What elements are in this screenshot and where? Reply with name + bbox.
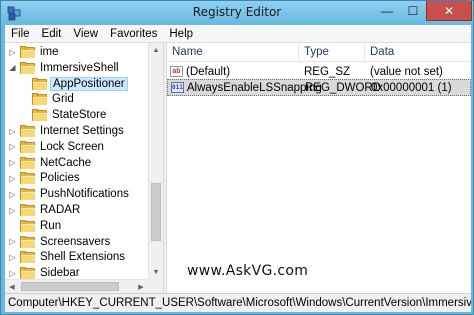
tree-item-label: ImmersiveShell <box>40 61 119 74</box>
no-expander <box>20 95 29 104</box>
collapsed-arrow-icon[interactable]: ▷ <box>8 142 17 151</box>
binary-value-icon: 011 <box>171 82 184 93</box>
tree-item-label: AppPositioner <box>50 76 128 91</box>
scroll-right-arrow-icon[interactable]: ▶ <box>134 280 148 294</box>
value-name-cell: 011 AlwaysEnableLSSnapping <box>168 82 322 94</box>
tree-item-label: Shell Extensions <box>40 251 126 264</box>
collapsed-arrow-icon[interactable]: ▷ <box>8 237 17 246</box>
tree-item-label: Screensavers <box>40 235 111 248</box>
folder-icon <box>20 125 35 137</box>
tree-item-label: NetCache <box>40 156 92 169</box>
value-data: 0x00000001 (1) <box>371 81 452 94</box>
value-type: REG_DWORD <box>305 81 382 94</box>
tree-horizontal-scrollbar[interactable]: ◀ ▶ <box>5 279 148 294</box>
folder-icon <box>20 61 35 74</box>
menu-view[interactable]: View <box>67 28 104 40</box>
horizontal-scroll-thumb[interactable] <box>21 282 119 291</box>
tree-item-radar[interactable]: ▷ RADAR <box>8 202 82 218</box>
expanded-arrow-icon[interactable]: ◢ <box>8 63 17 72</box>
tree-item-statestore[interactable]: StateStore <box>20 107 108 123</box>
column-header-data[interactable]: Data <box>365 43 471 62</box>
folder-icon <box>20 219 35 232</box>
content-area: ▷ ime ◢ ImmersiveShell AppPositioner Grid Stat… <box>5 42 471 294</box>
folder-icon <box>20 156 35 169</box>
values-list: Name Type Data ab (Default) REG_SZ (valu… <box>167 43 471 294</box>
tree-item-lock-screen[interactable]: ▷ Lock Screen <box>8 139 106 155</box>
scrollbar-corner <box>148 279 163 294</box>
folder-icon <box>20 172 35 185</box>
folder-icon <box>20 235 35 248</box>
tree-item-label: Lock Screen <box>40 140 104 153</box>
menu-favorites[interactable]: Favorites <box>104 28 163 40</box>
value-type: REG_SZ <box>304 65 351 78</box>
no-expander <box>20 111 29 120</box>
folder-icon <box>20 204 35 216</box>
scroll-left-arrow-icon[interactable]: ◀ <box>5 280 19 294</box>
menu-bar: File Edit View Favorites Help <box>5 25 471 42</box>
tree-item-ime[interactable]: ▷ ime <box>8 44 61 60</box>
value-row-default[interactable]: ab (Default) REG_SZ (value not set) <box>167 63 471 80</box>
tree-item-internet-settings[interactable]: ▷ Internet Settings <box>8 123 126 139</box>
maximize-button[interactable]: ☐ <box>400 1 426 21</box>
tree-item-grid[interactable]: Grid <box>20 91 76 107</box>
close-button[interactable]: ✕ <box>426 1 472 21</box>
tree-item-run[interactable]: Run <box>8 218 63 234</box>
folder-icon <box>20 188 35 201</box>
tree-item-apppositioner[interactable]: AppPositioner <box>20 76 128 92</box>
menu-help[interactable]: Help <box>163 28 199 40</box>
value-name-cell: ab (Default) <box>167 66 299 78</box>
folder-icon <box>32 93 47 106</box>
watermark: www.AskVG.com <box>187 263 309 279</box>
collapsed-arrow-icon[interactable]: ▷ <box>8 190 17 199</box>
vertical-scroll-thumb[interactable] <box>151 183 161 241</box>
collapsed-arrow-icon[interactable]: ▷ <box>8 206 17 215</box>
tree-item-label: RADAR <box>40 204 81 216</box>
tree-item-label: StateStore <box>52 109 107 122</box>
collapsed-arrow-icon[interactable]: ▷ <box>8 269 17 278</box>
title-bar[interactable]: Registry Editor — ☐ ✕ <box>1 1 473 25</box>
scroll-up-arrow-icon[interactable]: ▲ <box>149 43 163 57</box>
value-data: (value not set) <box>370 65 443 78</box>
tree-item-netcache[interactable]: ▷ NetCache <box>8 155 93 171</box>
collapsed-arrow-icon[interactable]: ▷ <box>8 253 17 262</box>
status-bar-path: Computer\HKEY_CURRENT_USER\Software\Micr… <box>5 293 471 312</box>
string-value-icon: ab <box>170 66 183 77</box>
menu-edit[interactable]: Edit <box>36 28 68 40</box>
no-expander <box>8 221 17 230</box>
folder-icon <box>20 251 35 264</box>
folder-icon <box>20 267 35 280</box>
column-header-name[interactable]: Name <box>167 43 299 62</box>
collapsed-arrow-icon[interactable]: ▷ <box>8 158 17 167</box>
folder-icon <box>20 140 35 153</box>
tree-item-label: Policies <box>40 172 80 185</box>
tree-vertical-scrollbar[interactable]: ▲ ▼ <box>148 43 163 279</box>
column-header-type[interactable]: Type <box>299 43 365 62</box>
scroll-down-arrow-icon[interactable]: ▼ <box>149 265 163 279</box>
tree-item-label: Sidebar <box>40 267 80 280</box>
minimize-button[interactable]: — <box>374 1 400 21</box>
tree-item-label: Grid <box>52 93 74 106</box>
registry-key-tree: ▷ ime ◢ ImmersiveShell AppPositioner Grid Stat… <box>5 43 163 294</box>
value-row-alwaysenablelssnapping[interactable]: 011 AlwaysEnableLSSnapping REG_DWORD 0x0… <box>167 79 471 96</box>
no-expander <box>20 79 29 88</box>
tree-item-label: Run <box>40 219 62 232</box>
folder-icon <box>20 46 35 58</box>
collapsed-arrow-icon[interactable]: ▷ <box>8 174 17 183</box>
tree-item-label: Internet Settings <box>40 125 124 137</box>
collapsed-arrow-icon[interactable]: ▷ <box>8 48 17 57</box>
menu-file[interactable]: File <box>5 28 36 40</box>
tree-item-pushnotifications[interactable]: ▷ PushNotifications <box>8 186 131 202</box>
tree-item-label: ime <box>40 46 59 58</box>
tree-item-label: PushNotifications <box>40 188 129 201</box>
folder-icon <box>32 77 47 90</box>
tree-item-immersiveshell[interactable]: ◢ ImmersiveShell <box>8 60 121 76</box>
registry-editor-window: Registry Editor — ☐ ✕ File Edit View Fav… <box>0 0 474 315</box>
tree-item-screensavers[interactable]: ▷ Screensavers <box>8 234 112 250</box>
value-name: (Default) <box>186 65 231 78</box>
collapsed-arrow-icon[interactable]: ▷ <box>8 127 17 136</box>
folder-icon <box>32 109 47 122</box>
tree-item-policies[interactable]: ▷ Policies <box>8 170 82 186</box>
list-header: Name Type Data <box>167 43 471 62</box>
tree-item-shell-extensions[interactable]: ▷ Shell Extensions <box>8 249 127 265</box>
